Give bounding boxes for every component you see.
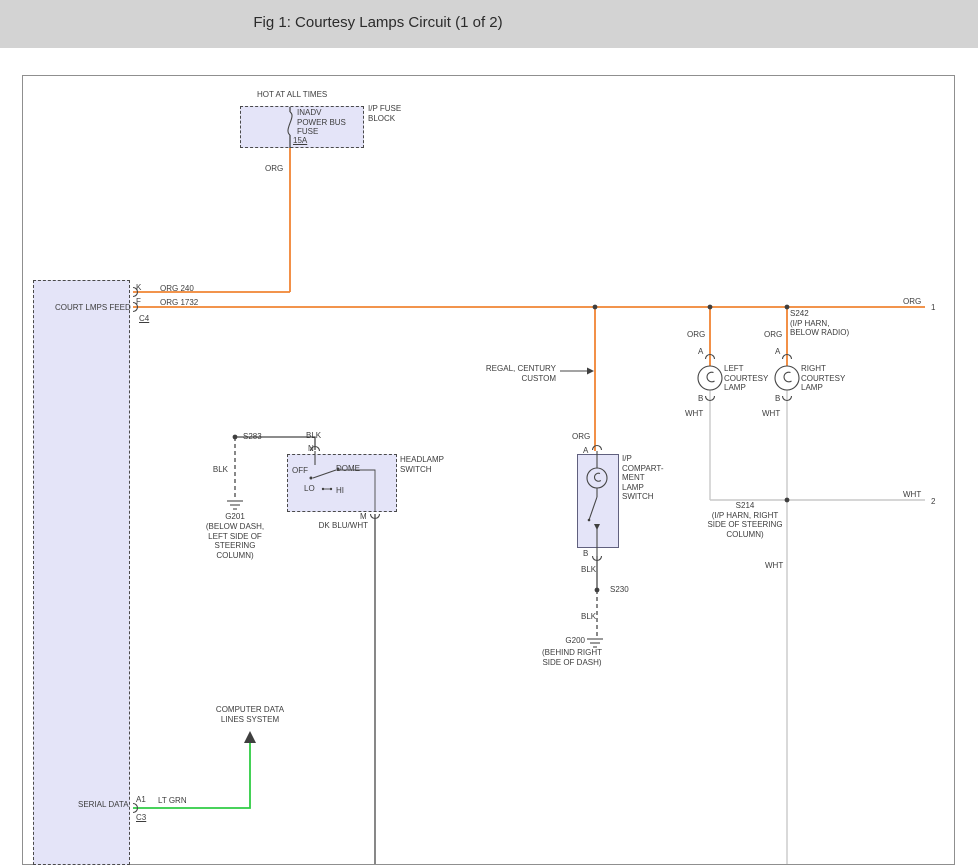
splice-s214-label: S214 (I/P HARN, RIGHT SIDE OF STEERING C… <box>707 501 782 539</box>
comp-pin-b-label: B <box>583 549 588 559</box>
wiring-diagram-page: Fig 1: Courtesy Lamps Circuit (1 of 2) <box>0 0 978 865</box>
left-lamp-org-label: ORG <box>687 330 705 340</box>
fuse-wire-color-label: ORG <box>265 164 283 174</box>
ground-g201-location-label: (BELOW DASH, LEFT SIDE OF STEERING COLUM… <box>206 522 264 560</box>
figure-title-bar: Fig 1: Courtesy Lamps Circuit (1 of 2) <box>0 0 978 48</box>
headlamp-switch-box <box>287 454 397 512</box>
comp-pin-a-label: A <box>583 446 588 456</box>
diagram-frame <box>22 75 955 865</box>
connector-c3-label: C3 <box>136 813 146 823</box>
court-lamps-feed-module-box <box>33 280 130 865</box>
compartment-lamp-switch-box <box>577 454 619 548</box>
computer-data-lines-label: COMPUTER DATA LINES SYSTEM <box>216 705 284 724</box>
left-courtesy-lamp-label: LEFT COURTESY LAMP <box>724 364 768 393</box>
splice-s242-label: S242 (I/P HARN, BELOW RADIO) <box>790 309 849 338</box>
comp-org-label: ORG <box>572 432 590 442</box>
fuse-rating-label: 15A <box>293 136 307 146</box>
figure-title: Fig 1: Courtesy Lamps Circuit (1 of 2) <box>0 14 756 31</box>
ground-g200-location-label: (BEHIND RIGHT SIDE OF DASH) <box>542 648 602 667</box>
bus-wht-right-label: WHT <box>903 490 921 500</box>
wire-k-label: ORG 240 <box>160 284 194 294</box>
wire-a1-label: LT GRN <box>158 796 187 806</box>
splice-s230-label: S230 <box>610 585 629 595</box>
bus-org-right-label: ORG <box>903 297 921 307</box>
page-marker-2: 2 <box>931 497 935 507</box>
wire-f-label: ORG 1732 <box>160 298 198 308</box>
comp-blk-label: BLK <box>581 565 596 575</box>
headlamp-blk-label: BLK <box>306 431 321 441</box>
feed-module-label: COURT LMPS FEED <box>55 303 131 313</box>
compartment-switch-label: I/P COMPART- MENT LAMP SWITCH <box>622 454 663 502</box>
connector-c4-label: C4 <box>139 314 149 324</box>
left-lamp-wht-label: WHT <box>685 409 703 419</box>
pin-n-label: N <box>308 444 314 454</box>
position-lo-label: LO <box>304 484 315 494</box>
wht-below-s214-label: WHT <box>765 561 783 571</box>
right-lamp-wht-label: WHT <box>762 409 780 419</box>
pin-a1-label: A1 <box>136 795 146 805</box>
right-lamp-pin-b-label: B <box>775 394 780 404</box>
left-lamp-pin-b-label: B <box>698 394 703 404</box>
splice-s283-label: S283 <box>243 432 262 442</box>
comp-blk-ground-label: BLK <box>581 612 596 622</box>
headlamp-switch-label: HEADLAMP SWITCH <box>400 455 444 474</box>
right-courtesy-lamp-label: RIGHT COURTESY LAMP <box>801 364 845 393</box>
headlamp-ground-blk-label: BLK <box>213 465 228 475</box>
position-hi-label: HI <box>336 486 344 496</box>
position-dome-label: DOME <box>336 464 360 474</box>
dk-blu-wht-label: DK BLU/WHT <box>319 521 368 531</box>
right-lamp-org-label: ORG <box>764 330 782 340</box>
serial-data-label: SERIAL DATA <box>78 800 129 810</box>
variant-note-label: REGAL, CENTURY CUSTOM <box>486 364 556 383</box>
position-off-label: OFF <box>292 466 308 476</box>
hot-at-all-times-label: HOT AT ALL TIMES <box>257 90 327 100</box>
fuse-block-label: I/P FUSE BLOCK <box>368 104 401 123</box>
ground-g201-label: G201 <box>225 512 245 522</box>
fuse-name-label: INADV POWER BUS FUSE <box>297 108 346 137</box>
right-lamp-pin-a-label: A <box>775 347 780 357</box>
left-lamp-pin-a-label: A <box>698 347 703 357</box>
ground-g200-label: G200 <box>565 636 585 646</box>
pin-f-label: F <box>136 297 141 307</box>
page-marker-1: 1 <box>931 303 935 313</box>
pin-k-label: K <box>136 283 141 293</box>
